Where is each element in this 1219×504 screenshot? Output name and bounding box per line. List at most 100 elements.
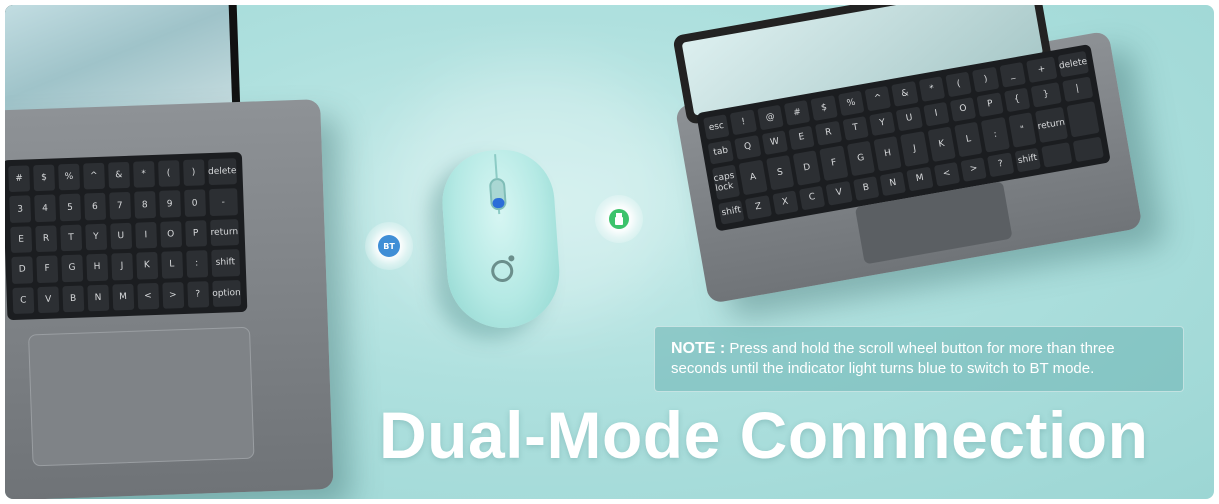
keyboard-key: W [761,129,789,156]
keyboard-key: ( [157,160,180,188]
keyboard-key: return [1035,106,1068,143]
note-text: Press and hold the scroll wheel button f… [671,340,1115,377]
keyboard-key: M [906,166,934,192]
keyboard-key: return [209,218,240,247]
keyboard-key: E [788,125,815,151]
keyboard-key [1041,141,1073,168]
keyboard-key: P [976,91,1004,118]
keyboard-key: < [137,282,159,310]
keyboard-key: * [918,76,946,102]
keyboard-key: - [208,188,238,216]
keyboard-key: G [61,254,84,282]
keyboard-key: % [837,90,865,116]
keyboard-key: # [783,99,811,126]
keyboard-key: 3 [9,195,32,223]
keyboard-key: ? [186,280,209,308]
keyboard-key: ( [945,71,973,97]
keyboard-key: O [949,96,977,122]
keyboard-key: 7 [108,192,131,220]
keyboard-key: @ [756,104,784,130]
keyboard-key: & [891,80,919,107]
mouse-shell [438,146,564,332]
keyboard-key: V [37,285,60,314]
keyboard-key: < [933,161,961,187]
keyboard-key: V [825,180,853,206]
keyboard-key: N [879,170,907,197]
keyboard-key: * [132,160,155,189]
keyboard-key: K [135,252,158,280]
usb-receiver-icon [609,209,629,229]
bt-badge: BT [378,235,400,257]
keyboard-key: # [8,165,31,193]
keyboard-key: H [873,135,902,172]
keyboard-key: : [981,116,1010,153]
keyboard-key: > [161,281,184,309]
keyboard-key: } [1030,81,1062,108]
keyboard-key: U [895,106,923,132]
keyboard-key: delete [1057,50,1089,77]
keyboard-key: J [111,252,133,281]
keyboard-key: option [211,279,242,308]
wireless-mouse [438,146,564,332]
keyboard-key: C [12,286,35,314]
keyboard-key: $ [33,164,55,192]
keyboard-key: delete [207,158,237,186]
left-laptop-keyboard: # $% ^ & *() delete 3 4 5 6 7 8 9 0- E R T Y U I O Preturn D F G… [5,151,248,321]
keyboard-key [1066,101,1100,138]
keyboard-key: D [11,256,34,284]
note-label: NOTE : [671,340,726,357]
keyboard-key: 5 [59,193,81,222]
keyboard-key: esc [703,114,730,140]
keyboard-key: Y [869,110,896,137]
keyboard-key: A [738,159,768,195]
keyboard-key: ) [972,66,1000,92]
keyboard-key: Z [744,194,772,220]
keyboard-key: tab [707,139,735,165]
keyboard-key: ! [729,109,757,135]
keyboard-key: _ [999,61,1026,88]
keyboard-key: N [87,284,110,312]
keyboard-key: O [159,220,182,248]
headline: Dual-Mode Connnection [379,398,1149,472]
keyboard-key: H [86,253,108,281]
keyboard-key: caps lock [711,164,741,200]
keyboard-key: { [1003,87,1031,113]
keyboard-key: shift [718,199,745,225]
keyboard-key: G [846,140,876,176]
keyboard-key: R [35,225,58,253]
keyboard-key: L [160,251,183,279]
keyboard-key: 9 [158,190,181,218]
keyboard-key: shift [210,249,241,277]
keyboard-key: D [792,150,822,186]
keyboard-key: " [1008,112,1037,148]
keyboard-key: P [184,219,207,248]
keyboard-key: 4 [34,194,56,222]
keyboard-key: E [10,226,33,254]
keyboard-key: F [36,255,59,283]
bluetooth-mode-indicator: BT [365,222,413,270]
keyboard-key: X [771,189,799,216]
keyboard-key [1072,136,1104,163]
keyboard-key: ^ [864,85,892,111]
keyboard-key: & [107,161,130,189]
left-laptop-touchpad [28,326,255,467]
keyboard-key: Y [85,223,107,251]
usb-mode-indicator [595,195,643,243]
note-box: NOTE : Press and hold the scroll wheel b… [654,326,1184,392]
keyboard-key: $ [810,95,838,121]
product-banner: # $% ^ & *() delete 3 4 5 6 7 8 9 0- E R T Y U I O Preturn D F G… [5,5,1214,499]
keyboard-key: T [842,115,869,141]
keyboard-key: T [60,224,82,252]
keyboard-key: U [109,222,132,250]
keyboard-key: I [134,221,157,249]
keyboard-key: 6 [83,193,106,221]
keyboard-key: L [954,121,983,157]
keyboard-key: B [62,285,85,313]
left-laptop: # $% ^ & *() delete 3 4 5 6 7 8 9 0- E R T Y U I O Preturn D F G… [5,5,354,499]
keyboard-key: ? [987,151,1015,178]
keyboard-key: % [58,163,80,191]
keyboard-key: B [852,175,880,201]
keyboard-key: K [927,126,956,162]
keyboard-key: F [819,145,849,181]
keyboard-key: J [900,131,929,167]
